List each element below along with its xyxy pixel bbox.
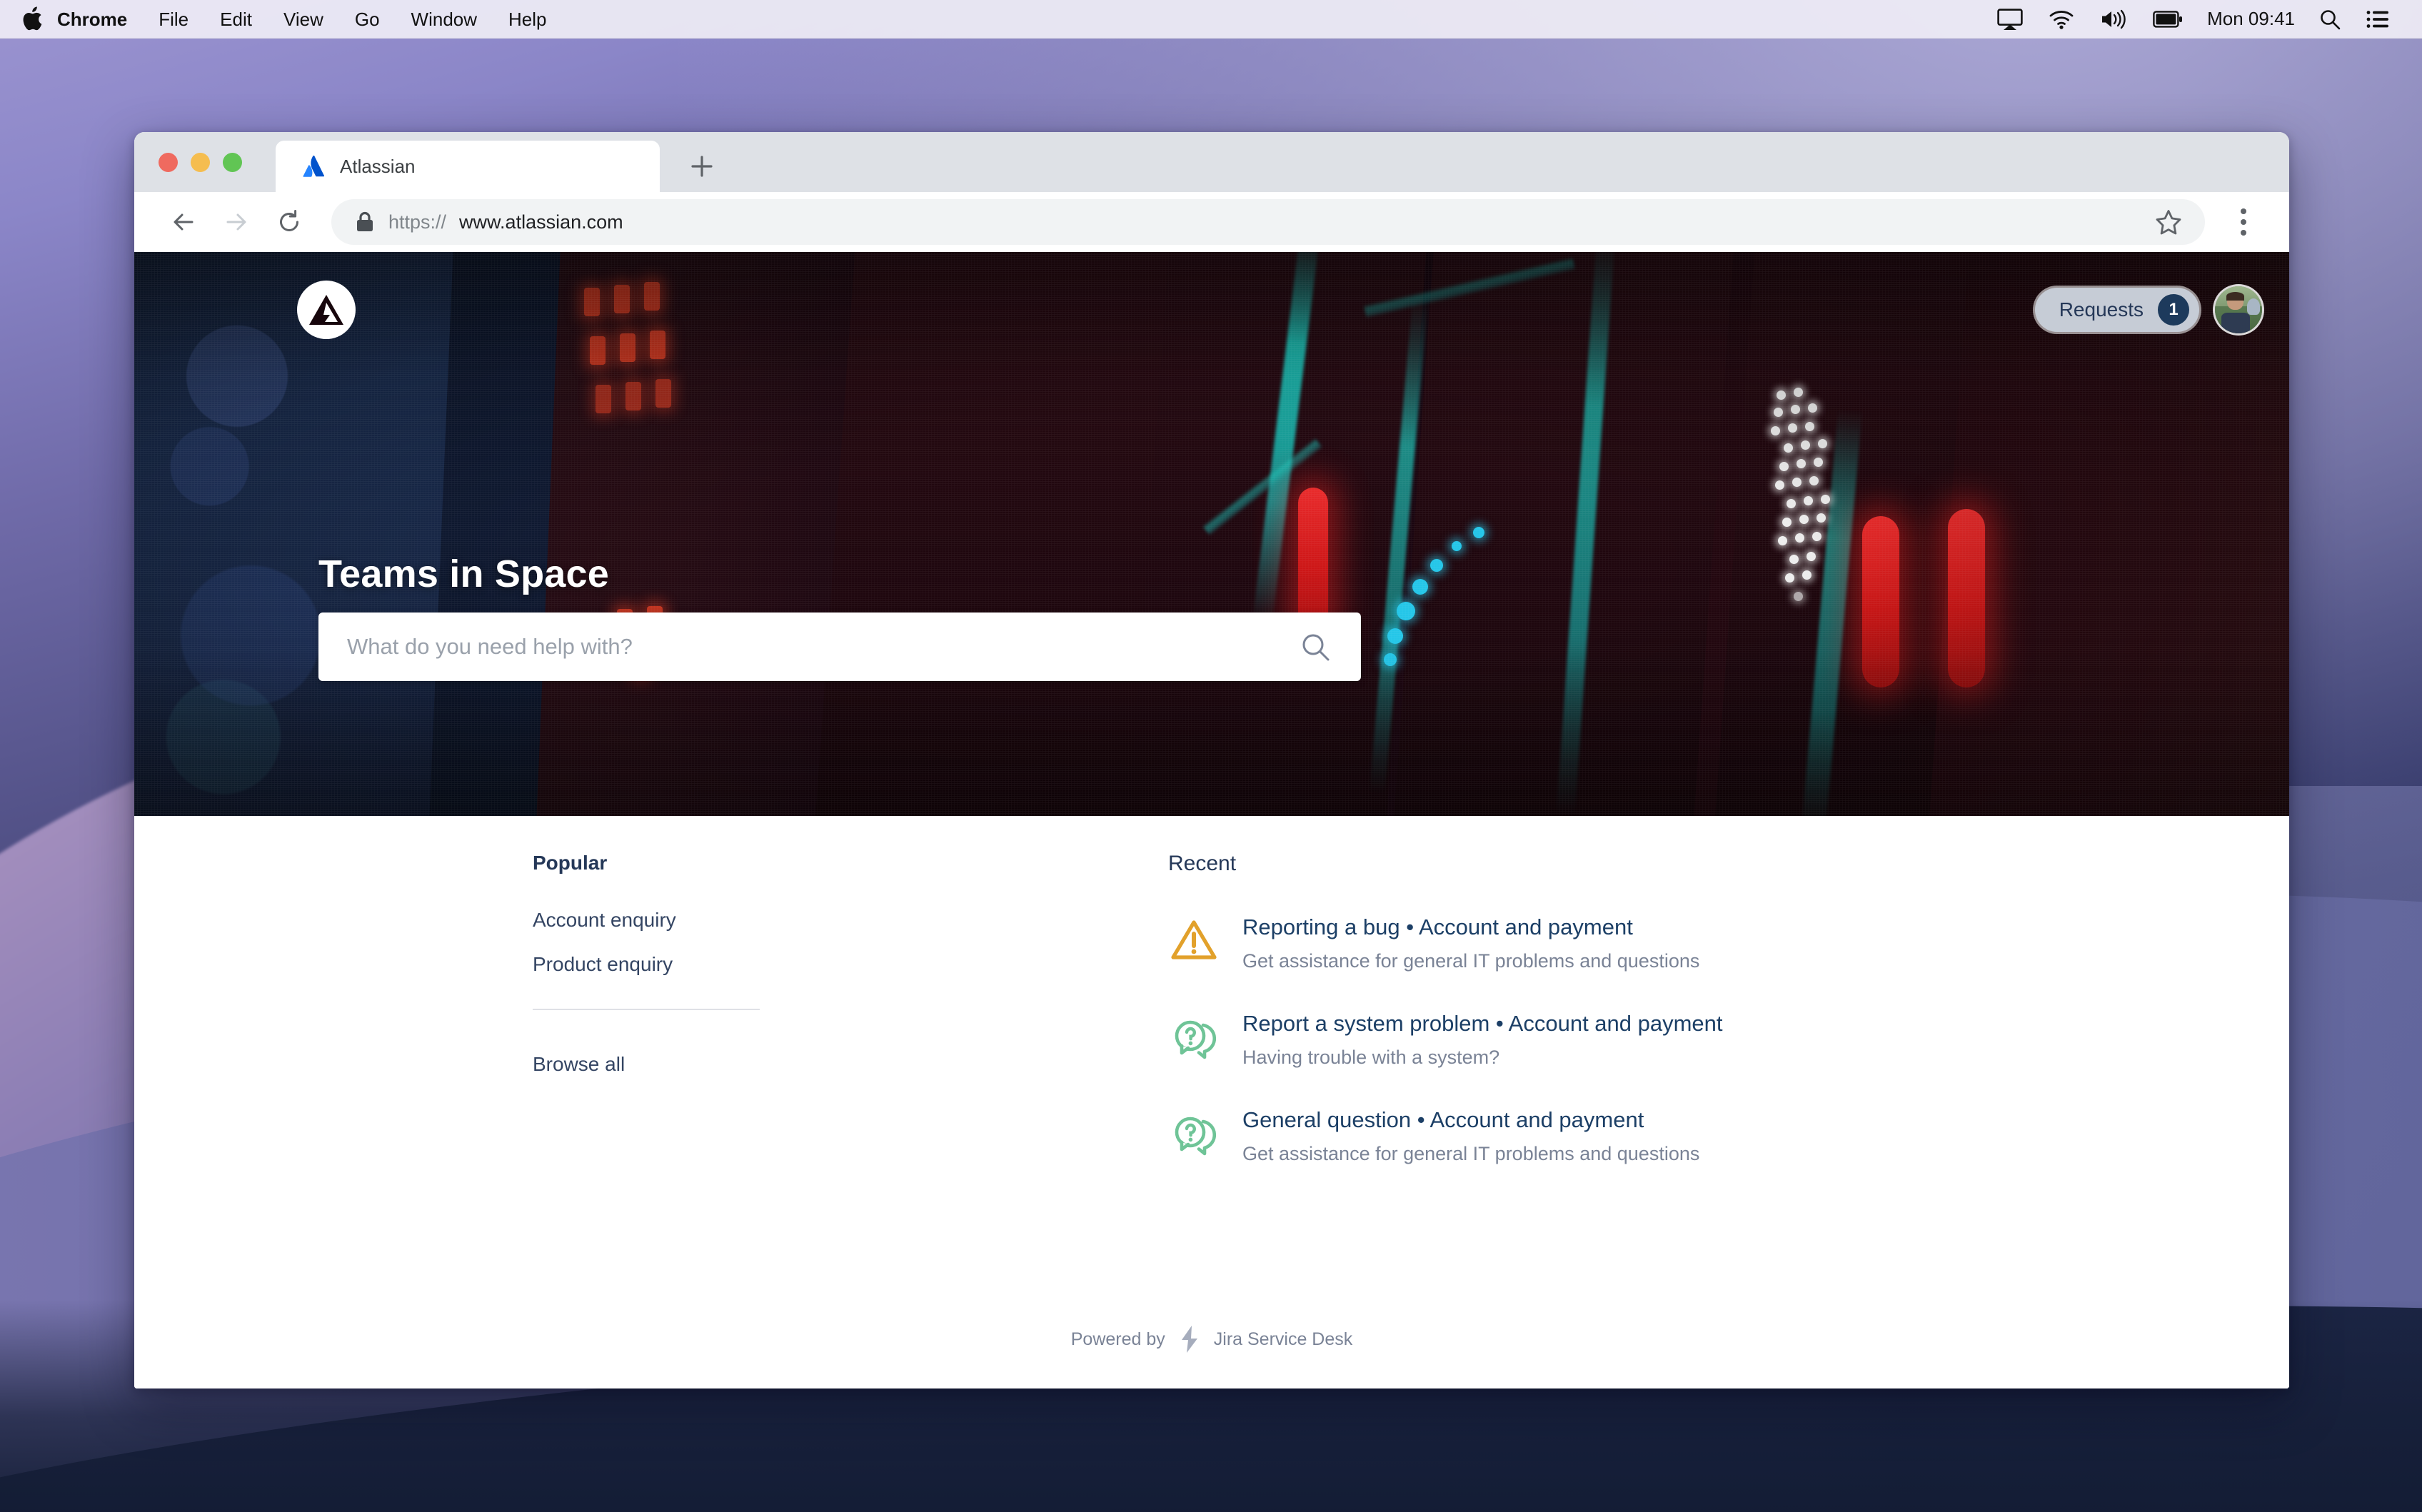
reload-icon[interactable]	[263, 196, 316, 248]
menu-bar-status-area: Mon 09:41	[1984, 0, 2422, 39]
atlassian-circle-logo[interactable]	[297, 281, 356, 339]
list-item[interactable]: Reporting a bug • Account and payment Ge…	[1168, 913, 1954, 972]
menu-item-chrome[interactable]: Chrome	[47, 0, 143, 39]
product-name: Jira Service Desk	[1213, 1329, 1353, 1349]
minimize-window-button[interactable]	[191, 152, 210, 172]
browser-tab-atlassian[interactable]: Atlassian	[276, 141, 660, 192]
recent-item-title: Report a system problem • Account and pa…	[1242, 1011, 1723, 1036]
browse-all-link[interactable]: Browse all	[533, 1053, 790, 1076]
control-center-icon[interactable]	[2353, 0, 2402, 39]
recent-heading: Recent	[1168, 852, 1237, 875]
page-title: Teams in Space	[318, 553, 609, 595]
recent-item-title: General question • Account and payment	[1242, 1107, 1644, 1132]
menu-item-window[interactable]: Window	[396, 0, 493, 39]
recent-column: Recent Reporting a bug • Account and pay…	[1168, 852, 1954, 1202]
menu-bar-clock[interactable]: Mon 09:41	[2196, 8, 2306, 30]
recent-item-subtitle: Having trouble with a system?	[1242, 1047, 1500, 1068]
mac-menu-bar: Chrome File Edit View Go Window Help Mon…	[0, 0, 2422, 39]
list-item-text: General question • Account and payment G…	[1242, 1106, 1699, 1165]
page-footer: Powered by Jira Service Desk	[134, 1324, 2289, 1354]
powered-by-label: Powered by	[1070, 1329, 1165, 1349]
forward-arrow-icon	[210, 196, 263, 248]
url-scheme: https://	[388, 211, 447, 233]
search-icon[interactable]	[2306, 0, 2353, 39]
jira-service-desk-logo	[1177, 1324, 1202, 1354]
avatar[interactable]	[2215, 286, 2262, 333]
star-icon[interactable]	[2154, 207, 2184, 237]
back-arrow-icon[interactable]	[157, 196, 210, 248]
menu-item-file[interactable]: File	[143, 0, 204, 39]
browser-window: Atlassian https:// www.atlassian.com Req…	[134, 132, 2289, 1388]
list-item-text: Reporting a bug • Account and payment Ge…	[1242, 913, 1699, 972]
battery-icon[interactable]	[2140, 0, 2196, 39]
question-bubbles-icon	[1168, 1011, 1220, 1062]
volume-icon[interactable]	[2087, 0, 2140, 39]
menu-item-view[interactable]: View	[268, 0, 339, 39]
list-item-text: Report a system problem • Account and pa…	[1242, 1009, 1723, 1069]
hero-banner: Requests 1 Teams in Space	[134, 252, 2289, 816]
menu-item-help[interactable]: Help	[493, 0, 562, 39]
browser-tab-title: Atlassian	[340, 155, 416, 177]
browser-toolbar: https:// www.atlassian.com	[134, 192, 2289, 252]
popular-link-account-enquiry[interactable]: Account enquiry	[533, 909, 790, 932]
menu-item-edit[interactable]: Edit	[204, 0, 268, 39]
requests-count-badge: 1	[2158, 294, 2189, 326]
window-traffic-lights	[134, 132, 277, 192]
close-window-button[interactable]	[159, 152, 178, 172]
popular-column: Popular Account enquiry Product enquiry …	[533, 852, 790, 1076]
airplay-icon[interactable]	[1984, 0, 2036, 39]
list-item[interactable]: Report a system problem • Account and pa…	[1168, 1009, 1954, 1069]
recent-item-title: Reporting a bug • Account and payment	[1242, 914, 1633, 939]
new-tab-button[interactable]	[675, 141, 728, 192]
recent-item-subtitle: Get assistance for general IT problems a…	[1242, 1143, 1700, 1164]
wifi-icon[interactable]	[2036, 0, 2087, 39]
page-body: Popular Account enquiry Product enquiry …	[134, 816, 2289, 1388]
zoom-window-button[interactable]	[223, 152, 242, 172]
page-content: Requests 1 Teams in Space What do you ne…	[134, 252, 2289, 1388]
address-bar[interactable]: https:// www.atlassian.com	[331, 199, 2205, 245]
atlassian-favicon	[301, 154, 326, 178]
requests-label: Requests	[2059, 298, 2144, 321]
popular-link-product-enquiry[interactable]: Product enquiry	[533, 953, 790, 976]
question-bubbles-icon	[1168, 1107, 1220, 1159]
browser-tab-strip: Atlassian	[134, 132, 2289, 192]
menu-item-go[interactable]: Go	[339, 0, 396, 39]
recent-item-subtitle: Get assistance for general IT problems a…	[1242, 950, 1700, 972]
hero-actions: Requests 1	[2034, 286, 2262, 333]
requests-button[interactable]: Requests 1	[2034, 288, 2199, 332]
search-input[interactable]	[347, 634, 1298, 660]
lock-icon	[353, 210, 377, 234]
menu-bar-left: Chrome File Edit View Go Window Help	[0, 0, 563, 39]
url-host: www.atlassian.com	[459, 211, 623, 233]
popular-heading: Popular	[533, 852, 608, 874]
list-item[interactable]: General question • Account and payment G…	[1168, 1106, 1954, 1165]
apple-logo-icon[interactable]	[21, 6, 43, 32]
popular-divider	[533, 1009, 760, 1010]
search-icon[interactable]	[1298, 630, 1332, 664]
warning-triangle-icon	[1168, 914, 1220, 966]
kebab-menu-icon[interactable]	[2221, 196, 2266, 248]
help-search-bar[interactable]	[318, 613, 1361, 681]
hero-background-photo	[134, 252, 2289, 816]
